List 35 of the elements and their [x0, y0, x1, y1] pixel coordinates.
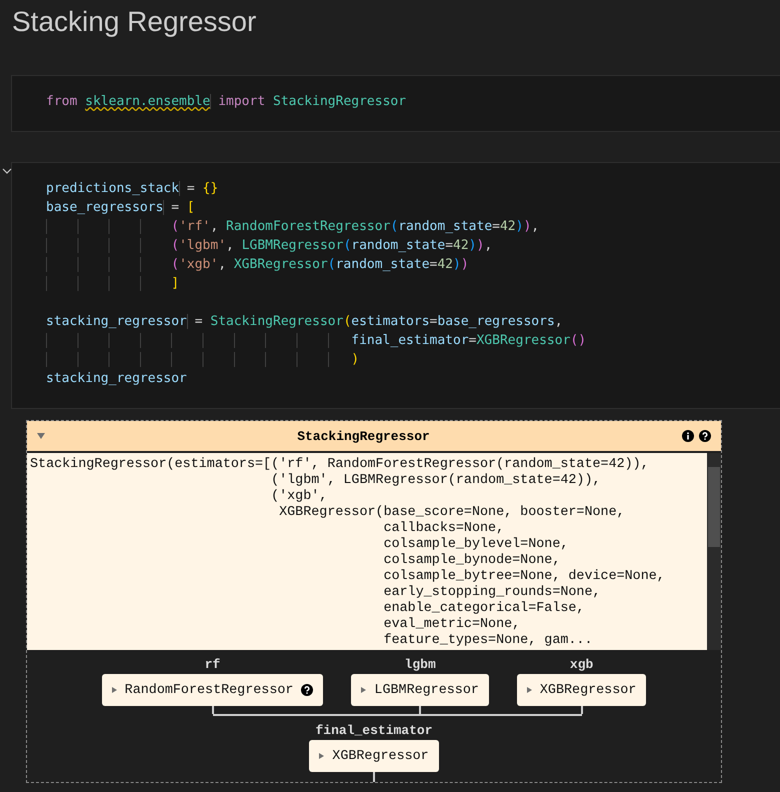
- expand-triangle-icon: [526, 687, 532, 693]
- code-line: ): [46, 350, 360, 369]
- estimator-label: lgbm: [404, 656, 436, 674]
- expand-triangle-icon: [361, 687, 366, 693]
- collapse-chevron-icon[interactable]: [2, 168, 12, 174]
- code-line: stacking_regressor: [46, 370, 187, 388]
- widget-header[interactable]: StackingRegressor: [27, 421, 721, 451]
- code-line: stacking_regressor = StackingRegressor(estimators=base_regressors,: [46, 313, 563, 331]
- scrollbar[interactable]: [707, 453, 721, 650]
- code-line: base_regressors = [: [46, 199, 195, 217]
- estimator-box[interactable]: LGBMRegressor: [351, 674, 489, 706]
- code-line: final_estimator=XGBRegressor(): [46, 331, 586, 350]
- code-line: predictions_stack = {}: [46, 180, 218, 198]
- estimator-repr-text: StackingRegressor(estimators=[('rf', RandomForestRegressor(random_state=42)), ('lgbm', LGBMRegressor(random_state=42)), ('xgb', XGBRegressor(base_score=None, booster=None, callbacks=None, colsample_bylevel=None, colsample_bynode=None, colsample_bytree=None, device=None, early_stopping_rounds=None, enable_categorical=False, eval_metric=None, feature_types=None, gam...: [29, 456, 666, 650]
- code-line: ('rf', RandomForestRegressor(random_state=42)),: [46, 217, 540, 236]
- expand-triangle-icon: [319, 753, 324, 759]
- expand-triangle-icon[interactable]: [37, 433, 45, 439]
- info-icon[interactable]: [682, 430, 694, 442]
- page-heading: Stacking Regressor: [12, 5, 256, 39]
- estimator-label: rf: [204, 656, 220, 674]
- estimator-label: xgb: [570, 656, 594, 674]
- help-icon[interactable]: [699, 430, 711, 442]
- code-cell-background[interactable]: [11, 162, 780, 409]
- code-line: from sklearn.ensemble import StackingRegressor: [46, 93, 406, 111]
- code-cell-background[interactable]: from sklearn.ensemble import StackingRegressor: [11, 75, 780, 132]
- estimator-label: final_estimator: [315, 722, 433, 740]
- code-line: ('xgb', XGBRegressor(random_state=42)): [46, 255, 469, 274]
- estimator-box[interactable]: RandomForestRegressor: [102, 674, 324, 706]
- expand-triangle-icon: [112, 687, 117, 693]
- widget-title: StackingRegressor: [296, 428, 431, 444]
- help-icon[interactable]: [301, 684, 314, 696]
- estimator-box[interactable]: XGBRegressor: [309, 740, 439, 772]
- code-line: ('lgbm', LGBMRegressor(random_state=42)),: [46, 236, 492, 255]
- estimator-box[interactable]: XGBRegressor: [516, 674, 646, 706]
- code-line: ]: [46, 274, 180, 293]
